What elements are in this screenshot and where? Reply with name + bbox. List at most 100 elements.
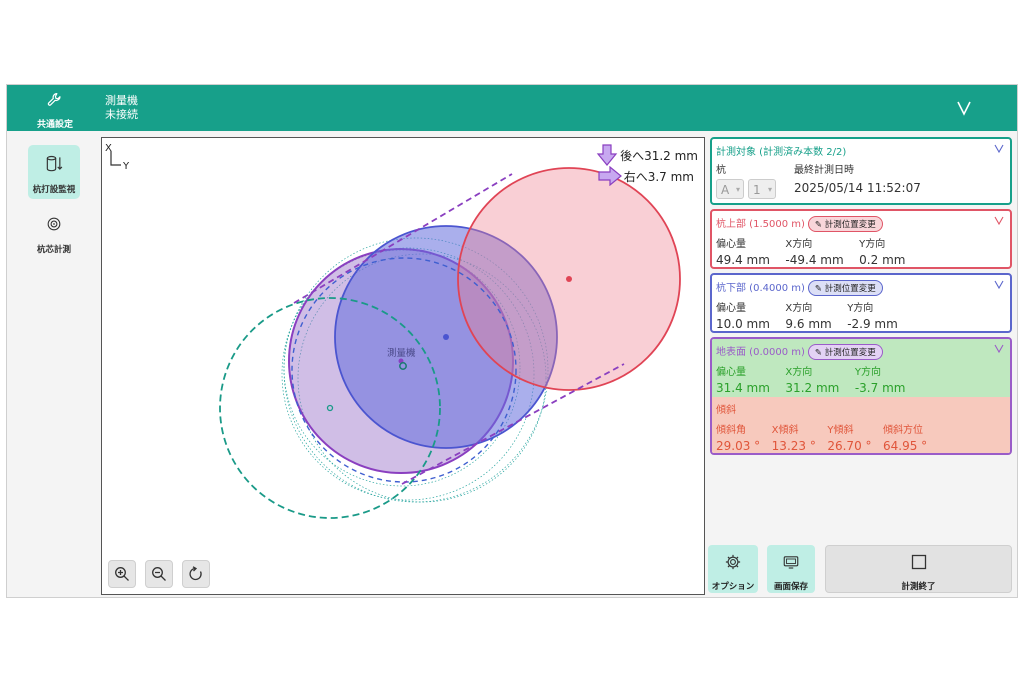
zoom-out-icon <box>152 567 167 581</box>
device-status: 未接続 <box>105 108 138 121</box>
pile-bottom-values: 偏心量 10.0 mm X方向 9.6 mm Y方向 -2.9 mm <box>716 299 910 331</box>
col-value: -3.7 mm <box>854 381 906 395</box>
y-dir-col: Y方向 0.2 mm <box>859 235 905 267</box>
change-position-button[interactable]: ✎ 計測位置変更 <box>807 216 883 232</box>
tilt-y-col: Y傾斜 26.70 ° <box>827 421 871 453</box>
options-button[interactable]: オプション <box>708 545 758 593</box>
pile-monitor-icon <box>46 155 63 172</box>
col-header: X方向 <box>785 367 813 378</box>
end-measure-button[interactable]: 計測終了 <box>825 545 1012 593</box>
col-header: X傾斜 <box>771 425 799 436</box>
sidebar-item-pile-center[interactable]: 杭芯計測 <box>28 205 80 259</box>
pile-top-center <box>566 276 572 282</box>
col-header: Y方向 <box>847 303 874 314</box>
app-window: 共通設定 測量機 未接続 杭打設監視 杭芯計測 X Y 測量機 後へ31.2 m… <box>6 84 1018 598</box>
col-value: 31.4 mm <box>716 381 770 395</box>
axis-y-label: Y <box>122 161 130 172</box>
x-dir-col: X方向 -49.4 mm <box>785 235 843 267</box>
col-value: 31.2 mm <box>785 381 840 395</box>
col-header: X方向 <box>785 303 813 314</box>
device-info: 測量機 未接続 <box>105 94 138 122</box>
zoom-toolbar <box>108 560 214 588</box>
col-value: 26.70 ° <box>827 439 872 453</box>
pile-bottom-title: 杭下部 (0.4000 m) ✎ 計測位置変更 <box>716 279 883 296</box>
pile-bottom-title-text: 杭下部 (0.4000 m) <box>716 283 805 294</box>
eccentricity-col: 偏心量 49.4 mm <box>716 235 770 267</box>
wrench-icon <box>47 93 61 106</box>
x-dir-col: X方向 31.2 mm <box>785 363 839 395</box>
col-value: 0.2 mm <box>859 253 906 267</box>
axis-indicator <box>110 151 121 166</box>
pile-top-panel: 杭上部 (1.5000 m) ✎ 計測位置変更 偏心量 49.4 mm X方向 -49… <box>710 209 1012 269</box>
target-icon <box>47 217 61 231</box>
col-value: 29.03 ° <box>716 439 761 453</box>
ground-panel: 地表面 (0.0000 m) ✎ 計測位置変更 偏心量 31.4 mm X方向 31.… <box>710 337 1012 455</box>
col-value: 9.6 mm <box>785 317 832 331</box>
pile-top-title: 杭上部 (1.5000 m) ✎ 計測位置変更 <box>716 215 883 232</box>
eccentricity-col: 偏心量 31.4 mm <box>716 363 770 395</box>
rotate-icon <box>189 566 202 581</box>
x-dir-col: X方向 9.6 mm <box>785 299 831 331</box>
ground-title-text: 地表面 (0.0000 m) <box>716 347 805 358</box>
chevron-down-icon[interactable] <box>994 143 1004 153</box>
options-label: オプション <box>711 582 755 592</box>
chevron-down-icon[interactable] <box>994 215 1004 225</box>
tilt-angle-col: 傾斜角 29.03 ° <box>716 421 760 453</box>
pile-row-select[interactable]: A <box>716 179 744 200</box>
col-header: Y傾斜 <box>827 425 854 436</box>
save-screen-button[interactable]: 画面保存 <box>767 545 815 593</box>
zoom-in-button[interactable] <box>108 560 136 588</box>
sidebar-item-label: 杭打設監視 <box>32 185 76 195</box>
change-position-label: 計測位置変更 <box>824 220 876 230</box>
tilt-values: 傾斜角 29.03 ° X傾斜 13.23 ° Y傾斜 26.70 ° 傾斜方位 64.… <box>716 421 939 453</box>
pile-selectors: A1 <box>716 179 780 200</box>
instrument-label: 測量機 <box>387 347 416 359</box>
last-measure-label: 最終計測日時 <box>794 165 854 176</box>
col-header: 偏心量 <box>716 367 746 378</box>
tilt-x-col: X傾斜 13.23 ° <box>772 421 816 453</box>
col-header: Y方向 <box>859 239 886 250</box>
chevron-down-icon[interactable] <box>994 343 1004 353</box>
tilt-bearing-col: 傾斜方位 64.95 ° <box>883 421 927 453</box>
plot-graphics: X Y 測量機 <box>105 143 681 519</box>
plot-canvas[interactable]: X Y 測量機 後へ31.2 mm 右へ3.7 mm <box>101 137 705 595</box>
col-value: 13.23 ° <box>771 439 816 453</box>
change-position-button[interactable]: ✎ 計測位置変更 <box>807 344 883 360</box>
move-back-indicator: 後へ31.2 mm <box>596 144 698 166</box>
sidebar: 杭打設監視 杭芯計測 <box>7 131 99 597</box>
col-header: 傾斜方位 <box>883 425 924 436</box>
settings-button[interactable]: 共通設定 <box>25 91 85 130</box>
col-header: 偏心量 <box>716 303 746 314</box>
header-bar: 共通設定 測量機 未接続 <box>7 85 1017 131</box>
sidebar-item-pile-monitor[interactable]: 杭打設監視 <box>28 145 80 199</box>
pile-label: 杭 <box>716 165 726 176</box>
pile-bottom-center <box>443 334 449 340</box>
y-dir-col: Y方向 -2.9 mm <box>847 299 898 331</box>
col-value: 49.4 mm <box>716 253 770 267</box>
stop-icon <box>911 554 926 570</box>
change-position-button[interactable]: ✎ 計測位置変更 <box>807 280 883 296</box>
zoom-out-button[interactable] <box>145 560 174 588</box>
arrow-down-icon <box>596 144 618 166</box>
chevron-down-icon[interactable] <box>994 279 1004 289</box>
move-right-text: 右へ3.7 mm <box>623 169 694 184</box>
zoom-in-icon <box>115 567 129 581</box>
device-name: 測量機 <box>105 94 138 107</box>
ground-values: 偏心量 31.4 mm X方向 31.2 mm Y方向 -3.7 mm <box>716 363 917 395</box>
pile-top-values: 偏心量 49.4 mm X方向 -49.4 mm Y方向 0.2 mm <box>716 235 917 267</box>
sidebar-item-label: 杭芯計測 <box>36 245 71 255</box>
move-back-text: 後へ31.2 mm <box>620 148 698 163</box>
last-measure-value: 2025/05/14 11:52:07 <box>794 181 921 195</box>
ground-title: 地表面 (0.0000 m) ✎ 計測位置変更 <box>716 343 883 360</box>
change-position-label: 計測位置変更 <box>824 348 876 358</box>
col-header: Y方向 <box>854 367 881 378</box>
eccentricity-col: 偏心量 10.0 mm <box>716 299 770 331</box>
pile-number-select[interactable]: 1 <box>748 179 776 200</box>
target-panel-title: 計測対象 (計測済み本数 2/2) <box>716 147 847 158</box>
reset-view-button[interactable] <box>182 560 211 588</box>
col-value: 64.95 ° <box>883 439 928 453</box>
settings-label: 共通設定 <box>36 120 73 130</box>
pile-top-title-text: 杭上部 (1.5000 m) <box>716 219 805 230</box>
chevron-down-icon[interactable] <box>953 97 975 119</box>
pile-bottom-panel: 杭下部 (0.4000 m) ✎ 計測位置変更 偏心量 10.0 mm X方向 9.6… <box>710 273 1012 333</box>
